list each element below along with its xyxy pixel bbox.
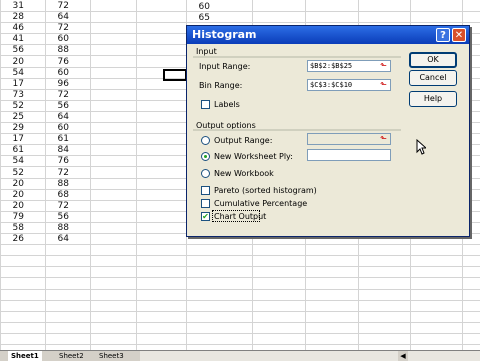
collapse-dialog-icon[interactable]: ⬑ <box>378 61 389 71</box>
cell-a[interactable]: 46 <box>0 23 24 34</box>
cell-a[interactable]: 31 <box>0 1 24 12</box>
help-icon[interactable]: ? <box>436 28 450 42</box>
new-worksheet-radio[interactable] <box>201 152 210 161</box>
dialog-title-bar[interactable]: Histogram ? ✕ <box>187 26 469 44</box>
cell-a[interactable]: 20 <box>0 179 24 190</box>
cell-b[interactable]: 60 <box>45 34 69 45</box>
cell-b[interactable]: 72 <box>45 23 69 34</box>
cell-b[interactable]: 84 <box>45 145 69 156</box>
new-worksheet-field[interactable] <box>307 149 391 161</box>
cell-b[interactable]: 76 <box>45 57 69 68</box>
bin-range-label: Bin Range: <box>199 81 243 90</box>
cell-a[interactable]: 28 <box>0 12 24 23</box>
pareto-label: Pareto (sorted histogram) <box>214 186 317 195</box>
grid-line <box>0 11 480 12</box>
cell-b[interactable]: 64 <box>45 12 69 23</box>
new-workbook-label: New Workbook <box>214 169 274 178</box>
cell-a[interactable]: 29 <box>0 123 24 134</box>
input-range-value: $B$2:$B$25 <box>310 62 353 70</box>
grid-line <box>0 277 480 278</box>
help-button[interactable]: Help <box>409 91 457 107</box>
cell-a[interactable]: 61 <box>0 145 24 156</box>
grid-line <box>0 266 480 267</box>
labels-label: Labels <box>214 100 240 109</box>
cell-b[interactable]: 76 <box>45 156 69 167</box>
chart-output-checkbox[interactable]: ✔ <box>201 212 210 221</box>
input-group-divider <box>193 56 401 58</box>
grid-line <box>0 322 480 323</box>
dialog-title: Histogram <box>192 28 257 41</box>
collapse-dialog-icon[interactable]: ⬑ <box>378 80 389 90</box>
cell-a[interactable]: 26 <box>0 234 24 245</box>
collapse-dialog-icon[interactable]: ⬑ <box>378 134 389 144</box>
grid-line <box>0 22 480 23</box>
grid-line <box>0 300 480 301</box>
cell-b[interactable]: 88 <box>45 45 69 56</box>
ok-button[interactable]: OK <box>409 52 457 68</box>
cell-a[interactable]: 20 <box>0 201 24 212</box>
cell-a[interactable]: 20 <box>0 190 24 201</box>
cell-b[interactable]: 56 <box>45 212 69 223</box>
output-range-label: Output Range: <box>214 136 273 145</box>
cell-b[interactable]: 64 <box>45 112 69 123</box>
cell-a[interactable]: 58 <box>0 223 24 234</box>
cell-a[interactable]: 73 <box>0 90 24 101</box>
close-icon[interactable]: ✕ <box>452 28 466 42</box>
cell-b[interactable]: 56 <box>45 101 69 112</box>
grid-line <box>0 311 480 312</box>
bin-range-value: $C$3:$C$10 <box>310 81 353 89</box>
cell-b[interactable]: 88 <box>45 179 69 190</box>
cell-b[interactable]: 60 <box>45 68 69 79</box>
mouse-cursor-icon <box>416 139 426 155</box>
cell-a[interactable]: 25 <box>0 112 24 123</box>
cell-a[interactable]: 41 <box>0 34 24 45</box>
output-group-divider <box>193 129 401 131</box>
cancel-button[interactable]: Cancel <box>409 70 457 86</box>
cell-a[interactable]: 54 <box>0 156 24 167</box>
cell-b[interactable]: 68 <box>45 190 69 201</box>
cell-b[interactable]: 72 <box>45 90 69 101</box>
cell-b[interactable]: 72 <box>45 1 69 12</box>
cell-c[interactable]: 60 <box>180 2 210 12</box>
cell-b[interactable]: 64 <box>45 234 69 245</box>
grid-line <box>0 289 480 290</box>
labels-checkbox[interactable] <box>201 100 210 109</box>
cell-a[interactable]: 54 <box>0 68 24 79</box>
grid-line <box>0 333 480 334</box>
chart-output-label: Chart Output <box>214 212 267 221</box>
cell-c[interactable]: 65 <box>180 13 210 23</box>
grid-line <box>0 344 480 345</box>
sheet-tab-bar: Sheet1 Sheet2 Sheet3 ◀ <box>0 350 480 361</box>
cumulative-label: Cumulative Percentage <box>214 199 308 208</box>
grid-line <box>0 255 480 256</box>
cell-b[interactable]: 96 <box>45 79 69 90</box>
output-range-field[interactable]: ⬑ <box>307 133 391 145</box>
histogram-dialog: Histogram ? ✕ Input Input Range: $B$2:$B… <box>186 25 470 237</box>
cell-a[interactable]: 52 <box>0 168 24 179</box>
cell-b[interactable]: 72 <box>45 168 69 179</box>
cumulative-checkbox[interactable] <box>201 199 210 208</box>
cell-b[interactable]: 88 <box>45 223 69 234</box>
new-worksheet-label: New Worksheet Ply: <box>214 152 293 161</box>
pareto-checkbox[interactable] <box>201 186 210 195</box>
cell-a[interactable]: 17 <box>0 134 24 145</box>
input-range-field[interactable]: $B$2:$B$25 ⬑ <box>307 60 391 72</box>
input-group-label: Input <box>196 47 217 56</box>
bin-range-field[interactable]: $C$3:$C$10 ⬑ <box>307 79 391 91</box>
cell-a[interactable]: 52 <box>0 101 24 112</box>
active-cell[interactable] <box>163 69 187 81</box>
grid-line <box>0 244 480 245</box>
new-workbook-radio[interactable] <box>201 169 210 178</box>
cell-b[interactable]: 61 <box>45 134 69 145</box>
cell-b[interactable]: 72 <box>45 201 69 212</box>
cell-a[interactable]: 56 <box>0 45 24 56</box>
output-range-radio[interactable] <box>201 136 210 145</box>
cell-a[interactable]: 79 <box>0 212 24 223</box>
input-range-label: Input Range: <box>199 62 251 71</box>
cell-b[interactable]: 60 <box>45 123 69 134</box>
cell-a[interactable]: 20 <box>0 57 24 68</box>
cell-a[interactable]: 17 <box>0 79 24 90</box>
